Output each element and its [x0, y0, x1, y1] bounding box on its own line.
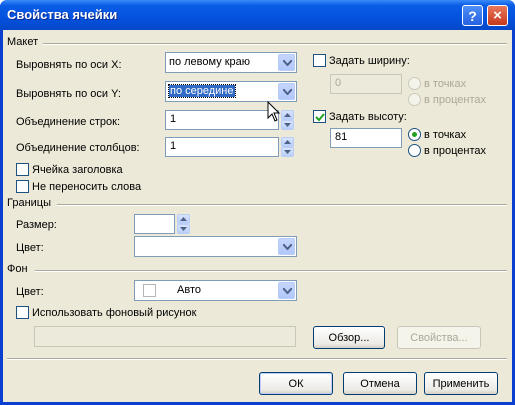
set-width-checkbox[interactable] — [313, 54, 326, 67]
colspan-input[interactable]: 1 — [165, 137, 279, 157]
close-button[interactable]: × — [487, 5, 508, 26]
colspan-label: Объединение столбцов: — [16, 142, 140, 154]
chevron-down-icon[interactable] — [278, 83, 295, 100]
border-color-label: Цвет: — [16, 242, 44, 254]
borders-section-title: Границы — [7, 197, 51, 209]
chevron-down-icon[interactable] — [278, 238, 295, 255]
help-button[interactable]: ? — [462, 5, 483, 26]
bg-color-select[interactable]: Авто — [134, 280, 297, 301]
background-section-title: Фон — [7, 263, 28, 275]
mouse-cursor-icon — [267, 101, 281, 122]
width-percent-label: в процентах — [424, 94, 486, 106]
height-input[interactable]: 81 — [330, 128, 402, 148]
title-bar[interactable]: Свойства ячейки ? × — [0, 0, 515, 30]
help-icon: ? — [468, 7, 477, 24]
width-points-radio[interactable] — [408, 77, 421, 90]
width-points-label: в точках — [424, 78, 467, 90]
close-icon: × — [493, 7, 502, 24]
spin-down-icon[interactable] — [177, 224, 190, 234]
align-y-value: по середине — [168, 84, 236, 98]
nowrap-checkbox[interactable] — [16, 180, 29, 193]
background-section-divider — [35, 270, 507, 272]
checkmark-icon — [315, 113, 325, 122]
align-x-select[interactable]: по левому краю — [165, 52, 297, 73]
dialog-window: Свойства ячейки ? × Макет Выровнять по о… — [0, 0, 515, 405]
height-percent-label: в процентах — [424, 145, 486, 157]
ok-button[interactable]: ОК — [259, 372, 333, 395]
bg-color-value: Авто — [177, 284, 201, 296]
dialog-client-area: Макет Выровнять по оси X: по левому краю… — [3, 30, 512, 402]
border-size-input[interactable] — [134, 214, 175, 234]
width-percent-radio[interactable] — [408, 93, 421, 106]
spin-up-icon[interactable] — [281, 110, 294, 120]
align-y-label: Выровнять по оси Y: — [16, 88, 121, 100]
apply-button[interactable]: Применить — [424, 372, 498, 395]
borders-section-divider — [57, 204, 507, 206]
rowspan-label: Объединение строк: — [16, 116, 121, 128]
border-color-select[interactable] — [134, 236, 297, 257]
align-x-label: Выровнять по оси X: — [16, 59, 122, 71]
browse-button[interactable]: Обзор... — [313, 326, 385, 349]
spin-down-icon[interactable] — [281, 147, 294, 157]
spin-up-icon[interactable] — [281, 137, 294, 147]
cancel-button[interactable]: Отмена — [343, 372, 417, 395]
use-bg-image-label: Использовать фоновый рисунок — [32, 307, 197, 319]
height-percent-radio[interactable] — [408, 144, 421, 157]
chevron-down-icon[interactable] — [278, 282, 295, 299]
height-points-radio[interactable] — [408, 128, 421, 141]
layout-section-title: Макет — [7, 36, 39, 48]
align-x-value: по левому краю — [169, 56, 251, 68]
align-y-select[interactable]: по середине — [165, 81, 297, 102]
header-cell-label: Ячейка заголовка — [32, 164, 123, 176]
bottom-divider — [7, 358, 507, 360]
window-title: Свойства ячейки — [7, 7, 118, 22]
spin-up-icon[interactable] — [177, 214, 190, 224]
bg-color-label: Цвет: — [16, 286, 44, 298]
chevron-down-icon[interactable] — [278, 54, 295, 71]
layout-section-divider — [43, 43, 507, 45]
height-points-label: в точках — [424, 129, 467, 141]
border-size-label: Размер: — [16, 219, 57, 231]
set-width-label: Задать ширину: — [329, 55, 410, 67]
rowspan-input[interactable]: 1 — [165, 110, 279, 130]
nowrap-label: Не переносить слова — [32, 181, 142, 193]
header-cell-checkbox[interactable] — [16, 163, 29, 176]
spin-down-icon[interactable] — [281, 120, 294, 130]
set-height-label: Задать высоту: — [329, 111, 407, 123]
use-bg-image-checkbox[interactable] — [16, 306, 29, 319]
bg-properties-button[interactable]: Свойства... — [397, 326, 481, 349]
width-input[interactable]: 0 — [330, 74, 402, 94]
color-swatch — [143, 284, 156, 297]
set-height-checkbox[interactable] — [313, 110, 326, 123]
bg-image-path-input[interactable] — [34, 326, 296, 347]
